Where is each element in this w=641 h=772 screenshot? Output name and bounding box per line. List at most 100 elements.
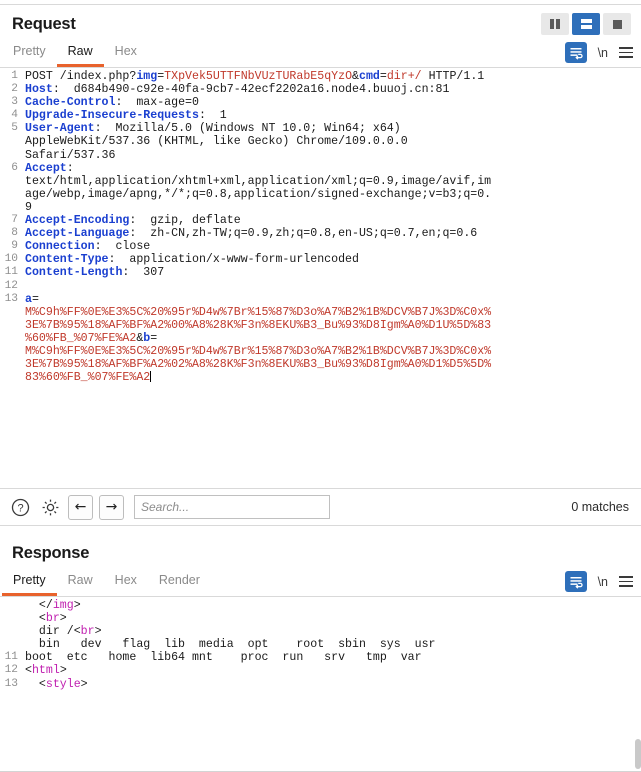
code-line: 4 Upgrade-Insecure-Requests: 1 xyxy=(0,109,641,122)
newline-toggle[interactable]: \n xyxy=(598,46,608,60)
arrow-left-icon[interactable]: ← xyxy=(68,494,93,520)
token-hdr: Connection xyxy=(25,240,95,254)
panel-separator[interactable] xyxy=(0,526,641,534)
token-punc: : Mozilla/5.0 (Windows NT 10.0; Win64; x… xyxy=(94,122,401,136)
line-content: </img> xyxy=(25,599,81,612)
code-line: bin dev flag lib media opt root sbin sys… xyxy=(0,638,641,651)
line-content: POST /index.php?img = TXpVek5UTTFNbVUzTURa… xyxy=(25,70,484,83)
token-param: a xyxy=(25,292,32,306)
token-punc: AppleWebKit/537.36 (KHTML, like Gecko) C… xyxy=(25,135,408,149)
token-punc: > xyxy=(59,664,67,678)
line-number: 9 xyxy=(11,240,18,253)
token-punc: POST /index.php? xyxy=(25,70,137,83)
token-body: 3E%7B%95%18%AF%BF%A2%02%A8%28K%F3n%8EKU%… xyxy=(25,358,492,372)
token-punc: & xyxy=(352,70,359,83)
text-cursor xyxy=(149,371,151,383)
line-number: 12 xyxy=(4,664,18,677)
code-line: 3E%7B%95%18%AF%BF%A2%00%A8%28K%F3n%8EKU%… xyxy=(0,319,641,332)
line-content: a= xyxy=(25,293,39,306)
code-line: <br> xyxy=(0,612,641,625)
tab-response-render[interactable]: Render xyxy=(148,570,211,596)
line-content: 3E%7B%95%18%AF%BF%A2%00%A8%28K%F3n%8EKU%… xyxy=(25,319,491,332)
request-title: Request xyxy=(12,15,76,33)
response-title: Response xyxy=(12,544,90,562)
token-param: cmd xyxy=(359,70,380,83)
token-hdr: Cache-Control xyxy=(25,96,116,110)
layout-switcher xyxy=(541,13,631,35)
layout-vertical-split-button[interactable] xyxy=(541,13,569,35)
tab-response-hex[interactable]: Hex xyxy=(104,570,148,596)
token-punc: = xyxy=(31,292,39,306)
code-line: 11 boot etc home lib64 mnt proc run srv t… xyxy=(0,651,641,664)
request-panel: Request Pretty Raw Hex \n 1 POST /index.… xyxy=(0,5,641,526)
tab-request-hex[interactable]: Hex xyxy=(104,41,148,67)
request-panel-header: Request xyxy=(0,5,641,35)
line-content: Host: d684b490-c92e-40fa-9cb7-42ecf2202a… xyxy=(25,83,449,96)
code-line: 2 Host: d684b490-c92e-40fa-9cb7-42ecf2202… xyxy=(0,83,641,96)
token-body: M%C9h%FF%0E%E3%5C%20%95r%D4w%7Br%15%87%D… xyxy=(25,344,492,358)
line-number: 2 xyxy=(11,83,18,96)
word-wrap-icon[interactable] xyxy=(564,42,587,63)
code-line: Safari/537.36 xyxy=(0,149,641,162)
code-line: %60%FB_%07%FE%A2&b= xyxy=(0,332,641,345)
line-content: Cache-Control: max-age=0 xyxy=(25,96,199,109)
response-tab-tools: \n xyxy=(564,571,633,592)
tab-response-pretty[interactable]: Pretty xyxy=(2,570,57,596)
newline-toggle[interactable]: \n xyxy=(598,575,608,589)
code-line: 9 xyxy=(0,201,641,214)
line-number: 4 xyxy=(11,109,18,122)
token-val: TXpVek5UTTFNbVUzTURabE5qYzO xyxy=(164,70,353,83)
code-line: age/webp,image/apng,*/*;q=0.8,applicatio… xyxy=(0,188,641,201)
line-content: 3E%7B%95%18%AF%BF%A2%02%A8%28K%F3n%8EKU%… xyxy=(25,358,491,371)
token-hdr: Accept-Language xyxy=(25,227,130,241)
line-content: dir /<br> xyxy=(25,625,102,638)
token-punc: : close xyxy=(94,240,151,254)
tab-response-raw[interactable]: Raw xyxy=(57,570,104,596)
layout-horizontal-split-button[interactable] xyxy=(572,13,600,35)
line-number: 13 xyxy=(4,677,18,690)
token-body: M%C9h%FF%0E%E3%5C%20%95r%D4w%7Br%15%87%D… xyxy=(25,305,492,319)
token-hdr: Accept-Encoding xyxy=(25,214,130,228)
code-line: 6 Accept: xyxy=(0,162,641,175)
code-line: M%C9h%FF%0E%E3%5C%20%95r%D4w%7Br%15%87%D… xyxy=(0,306,641,319)
response-scrollbar[interactable] xyxy=(635,597,641,771)
line-content: Accept: xyxy=(25,162,74,175)
word-wrap-icon[interactable] xyxy=(564,571,587,592)
question-mark-icon[interactable]: ? xyxy=(8,495,32,519)
line-content: text/html,application/xhtml+xml,applicat… xyxy=(25,175,491,188)
gear-icon[interactable] xyxy=(38,495,62,519)
response-editor[interactable]: </img> <br> dir /<br> bin dev flag lib m… xyxy=(0,597,641,771)
request-editor[interactable]: 1 POST /index.php?img = TXpVek5UTTFNbVUzTUR… xyxy=(0,68,641,488)
token-punc: : gzip, deflate xyxy=(129,214,241,228)
token-hdr: Accept xyxy=(25,161,67,175)
line-number: 6 xyxy=(11,161,18,174)
line-number: 11 xyxy=(4,266,18,279)
search-input[interactable] xyxy=(134,495,330,519)
line-number: 10 xyxy=(4,253,18,266)
token-punc: > xyxy=(94,625,102,639)
scrollbar-thumb[interactable] xyxy=(635,739,641,769)
hamburger-menu-icon[interactable] xyxy=(619,574,633,589)
tab-request-pretty[interactable]: Pretty xyxy=(2,41,57,67)
token-punc: = xyxy=(150,331,158,345)
token-punc: : application/x-www-form-urlencoded xyxy=(108,253,359,267)
token-punc: dir /< xyxy=(25,625,81,639)
hamburger-menu-icon[interactable] xyxy=(619,45,633,60)
layout-single-pane-button[interactable] xyxy=(603,13,631,35)
line-content: <html> xyxy=(25,664,67,677)
token-body: 3E%7B%95%18%AF%BF%A2%00%A8%28K%F3n%8EKU%… xyxy=(25,318,492,332)
arrow-right-icon[interactable]: → xyxy=(99,494,124,520)
line-number: 7 xyxy=(11,214,18,227)
token-param: img xyxy=(136,70,158,83)
token-punc: </ xyxy=(25,599,53,612)
token-punc: 9 xyxy=(25,200,32,214)
code-line: 10 Content-Type: application/x-www-form-u… xyxy=(0,253,641,266)
code-line: 12 <html> xyxy=(0,664,641,677)
line-content: User-Agent: Mozilla/5.0 (Windows NT 10.0… xyxy=(25,122,401,135)
code-line: dir /<br> xyxy=(0,625,641,638)
tab-request-raw[interactable]: Raw xyxy=(56,41,104,67)
token-punc: = xyxy=(379,70,387,83)
line-content: boot etc home lib64 mnt proc run srv tmp… xyxy=(25,651,422,664)
token-body: 83%60%FB_%07%FE%A2 xyxy=(25,371,151,385)
response-tabs: Pretty Raw Hex Render \n xyxy=(0,568,641,596)
